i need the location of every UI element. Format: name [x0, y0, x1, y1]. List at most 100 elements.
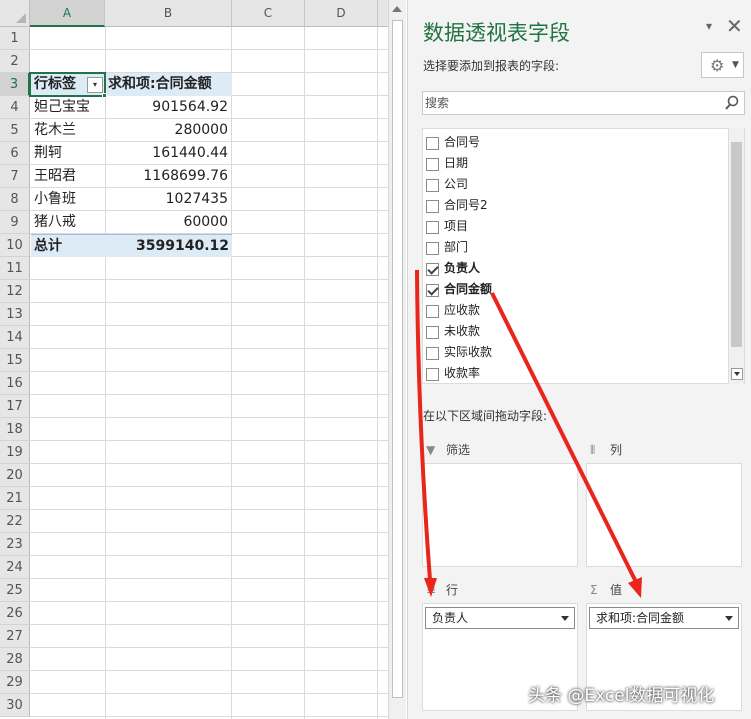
close-icon[interactable]: ✕ [726, 14, 743, 38]
active-cell-a3 [29, 72, 106, 97]
rows-icon: ≡ [426, 583, 437, 597]
scroll-down-arrow-icon[interactable] [731, 368, 743, 380]
field-checkbox[interactable] [426, 326, 439, 339]
pivot-row-value[interactable]: 1027435 [105, 188, 231, 211]
pivot-total-value[interactable]: 3599140.12 [105, 234, 232, 257]
chevron-down-icon[interactable] [561, 616, 569, 621]
row-header-11[interactable]: 11 [0, 257, 30, 280]
values-area-header: Σ 值 [586, 577, 742, 603]
field-search-box[interactable] [422, 91, 745, 115]
row-header-17[interactable]: 17 [0, 395, 30, 418]
row-header-12[interactable]: 12 [0, 280, 30, 303]
field-list-scrollbar[interactable] [728, 128, 744, 384]
pivot-row-value[interactable]: 901564.92 [105, 96, 231, 119]
field-checkbox[interactable] [426, 137, 439, 150]
row-header-29[interactable]: 29 [0, 671, 30, 694]
row-header-18[interactable]: 18 [0, 418, 30, 441]
field-checkbox[interactable] [426, 158, 439, 171]
scrollbar-thumb[interactable] [392, 20, 403, 698]
rows-field-chip[interactable]: 负责人 [425, 607, 575, 629]
gear-icon: ⚙ [710, 56, 725, 75]
sheet-vertical-scrollbar[interactable] [388, 0, 406, 719]
row-header-22[interactable]: 22 [0, 510, 30, 533]
row-header-1[interactable]: 1 [0, 27, 30, 50]
field-checkbox[interactable] [426, 347, 439, 360]
row-header-26[interactable]: 26 [0, 602, 30, 625]
field-checkbox[interactable] [426, 221, 439, 234]
field-checkbox[interactable] [426, 179, 439, 192]
columns-area-header: ⦀ 列 [586, 437, 742, 463]
row-header-25[interactable]: 25 [0, 579, 30, 602]
pivot-field-pane: 数据透视表字段 ▾ ✕ 选择要添加到报表的字段: ⚙ ▼ 合同号 日期 公司 合… [407, 0, 751, 719]
chevron-down-icon[interactable] [725, 616, 733, 621]
row-header-9[interactable]: 9 [0, 211, 30, 234]
row-header-30[interactable]: 30 [0, 694, 30, 717]
row-header-2[interactable]: 2 [0, 50, 30, 73]
row-header-10[interactable]: 10 [0, 234, 30, 257]
row-header-20[interactable]: 20 [0, 464, 30, 487]
field-list: 合同号 日期 公司 合同号2 项目 部门 负责人 合同金额 应收款 未收款 实际… [422, 128, 745, 384]
tools-button[interactable]: ⚙ ▼ [701, 52, 744, 78]
rows-area-header: ≡ 行 [422, 577, 578, 603]
pivot-row-value[interactable]: 1168699.76 [105, 165, 231, 188]
row-header-4[interactable]: 4 [0, 96, 30, 119]
worksheet-grid[interactable]: A B C D 1 2 3 4 5 6 7 8 9 10 11 12 13 14 15 16 17 18 19 20 2… [0, 0, 388, 719]
pivot-value-header[interactable]: 求和项:合同金额 [105, 73, 232, 96]
column-header-d[interactable]: D [305, 0, 378, 27]
row-header-24[interactable]: 24 [0, 556, 30, 579]
field-checkbox[interactable] [426, 368, 439, 381]
field-checkbox[interactable] [426, 305, 439, 318]
pane-options-chevron-icon[interactable]: ▾ [706, 19, 712, 33]
pivot-total-label[interactable]: 总计 [31, 234, 105, 257]
column-header-e-partial[interactable] [378, 0, 388, 27]
fill-handle[interactable] [102, 93, 107, 98]
watermark-text: 头条 @Excel数据可视化 [528, 686, 715, 706]
row-header-27[interactable]: 27 [0, 625, 30, 648]
chevron-down-icon: ▼ [732, 60, 739, 70]
row-header-6[interactable]: 6 [0, 142, 30, 165]
columns-icon: ⦀ [590, 443, 596, 457]
column-header-a[interactable]: A [30, 0, 105, 27]
row-header-7[interactable]: 7 [0, 165, 30, 188]
row-header-3[interactable]: 3 [0, 73, 30, 96]
filter-drop-area[interactable] [422, 463, 578, 567]
scroll-up-arrow-icon[interactable] [392, 6, 402, 12]
column-header-b[interactable]: B [105, 0, 232, 27]
column-header-c[interactable]: C [232, 0, 305, 27]
row-header-15[interactable]: 15 [0, 349, 30, 372]
pivot-row-name[interactable]: 妲己宝宝 [31, 96, 105, 119]
field-checkbox[interactable] [426, 242, 439, 255]
columns-drop-area[interactable] [586, 463, 742, 567]
pivot-row-value[interactable]: 60000 [105, 211, 231, 234]
field-checkbox-checked[interactable] [426, 284, 439, 297]
pivot-row-name[interactable]: 荆轲 [31, 142, 105, 165]
row-header-28[interactable]: 28 [0, 648, 30, 671]
pivot-row-value[interactable]: 280000 [105, 119, 231, 142]
row-header-5[interactable]: 5 [0, 119, 30, 142]
row-header-16[interactable]: 16 [0, 372, 30, 395]
drag-fields-label: 在以下区域间拖动字段: [423, 409, 548, 423]
excel-window: A B C D 1 2 3 4 5 6 7 8 9 10 11 12 13 14 15 16 17 18 19 20 2… [0, 0, 751, 719]
field-checkbox-checked[interactable] [426, 263, 439, 276]
filter-area-header: ▼ 筛选 [422, 437, 578, 463]
row-header-14[interactable]: 14 [0, 326, 30, 349]
field-list-scroll-thumb[interactable] [731, 142, 742, 347]
pane-subtitle: 选择要添加到报表的字段: [423, 59, 560, 73]
filter-icon: ▼ [426, 443, 436, 457]
pivot-row-name[interactable]: 小鲁班 [31, 188, 105, 211]
row-header-13[interactable]: 13 [0, 303, 30, 326]
pivot-row-name[interactable]: 猪八戒 [31, 211, 105, 234]
pivot-row-name[interactable]: 花木兰 [31, 119, 105, 142]
row-header-23[interactable]: 23 [0, 533, 30, 556]
values-field-chip[interactable]: 求和项:合同金额 [589, 607, 739, 629]
pivot-row-value[interactable]: 161440.44 [105, 142, 231, 165]
row-header-8[interactable]: 8 [0, 188, 30, 211]
row-header-19[interactable]: 19 [0, 441, 30, 464]
select-all-corner[interactable] [0, 0, 30, 27]
field-search-input[interactable] [423, 92, 713, 114]
sigma-icon: Σ [590, 583, 598, 597]
row-header-21[interactable]: 21 [0, 487, 30, 510]
pivot-row-name[interactable]: 王昭君 [31, 165, 105, 188]
pane-title: 数据透视表字段 [423, 21, 570, 45]
field-checkbox[interactable] [426, 200, 439, 213]
